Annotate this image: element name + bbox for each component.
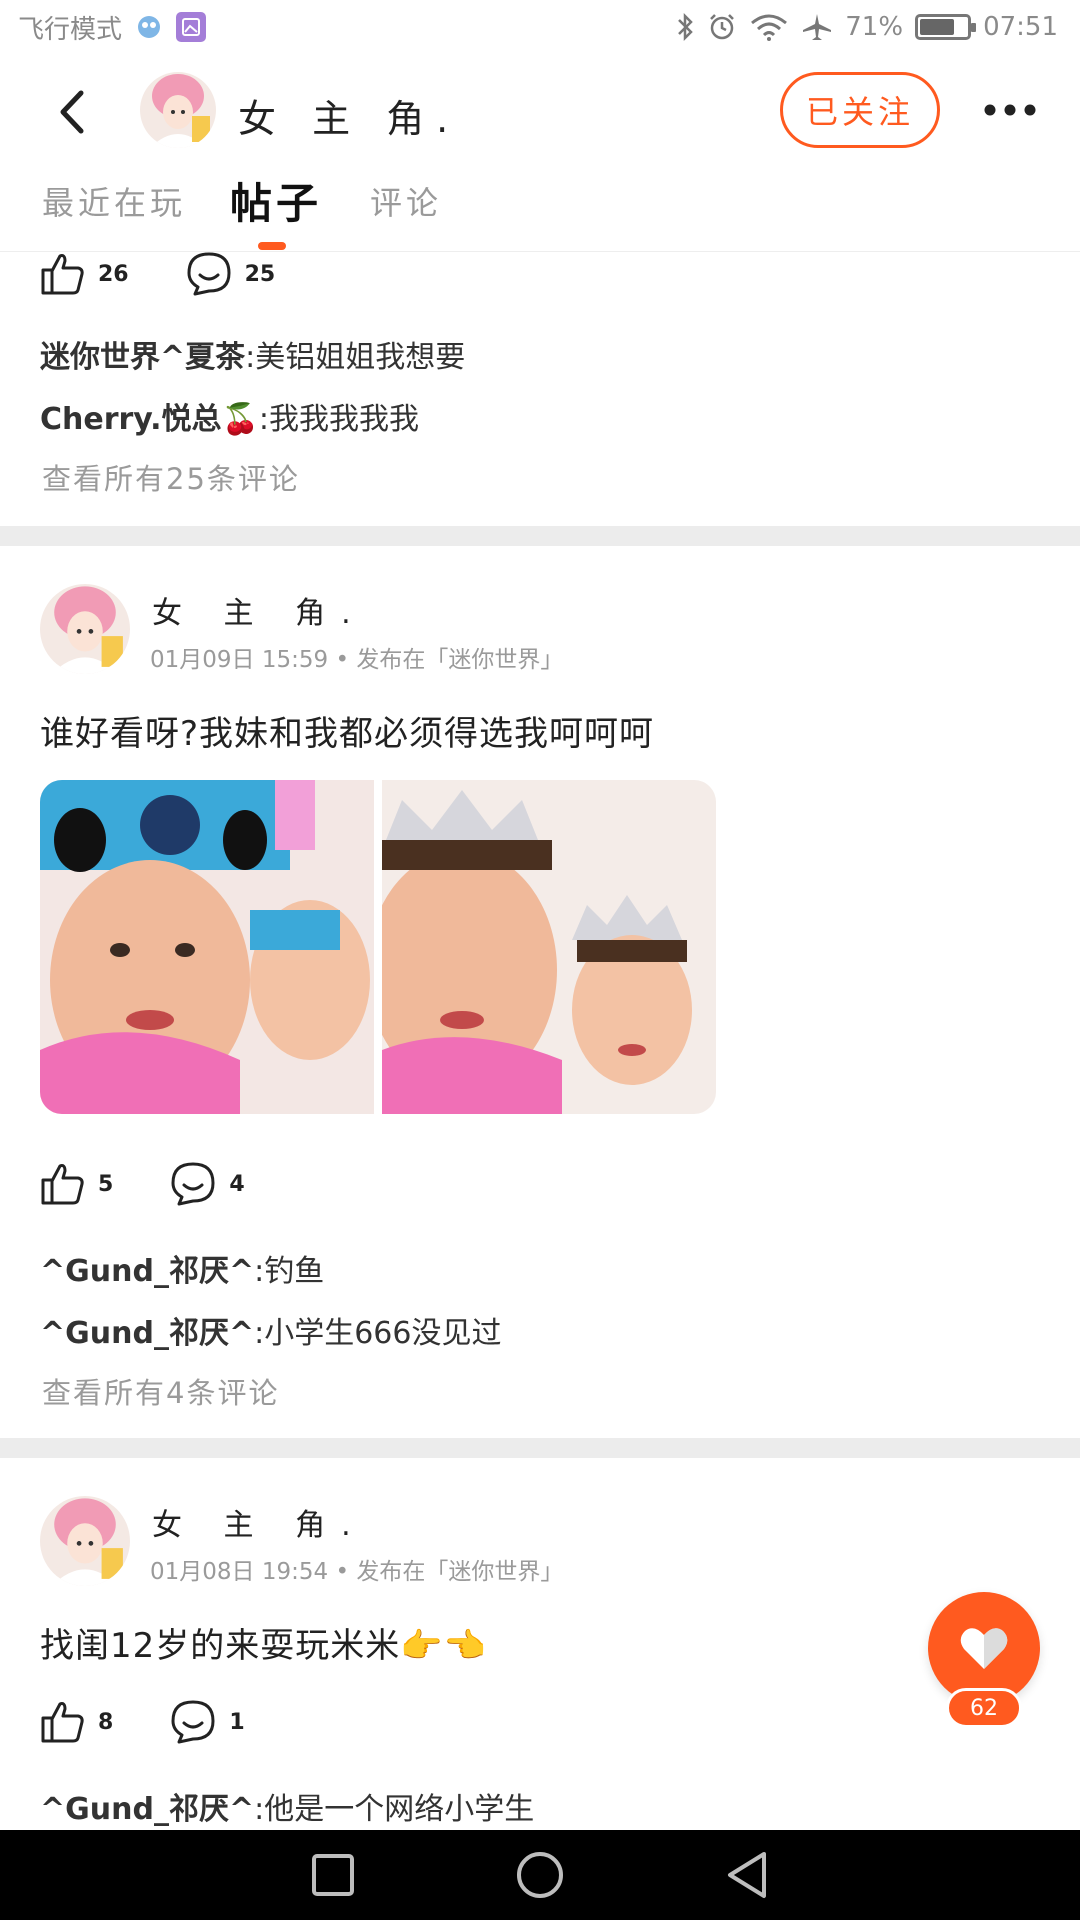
comment-author[interactable]: Cherry.悦总🍒 xyxy=(40,402,259,437)
comment-bubble-icon xyxy=(171,1162,215,1206)
comment-author[interactable]: ^Gund_祁厌^ xyxy=(40,1254,254,1289)
like-count: 26 xyxy=(98,261,129,287)
post-text: 谁好看呀?我妹和我都必须得选我呵呵呵 xyxy=(40,714,655,754)
thumbs-up-icon xyxy=(41,1164,84,1205)
bluetooth-icon xyxy=(675,12,695,42)
tab-comments[interactable]: 评论 xyxy=(370,178,442,224)
profile-header: 女 主 角. 已关注 xyxy=(0,54,1080,166)
comment-author[interactable]: ^Gund_祁厌^ xyxy=(40,1316,254,1351)
avatar[interactable] xyxy=(40,1496,130,1586)
circle-icon xyxy=(516,1852,563,1898)
comment-text: :美铝姐姐我想要 xyxy=(245,340,466,375)
status-bar: 飞行模式 71% 07:51 xyxy=(0,0,1080,54)
tab-recently-played[interactable]: 最近在玩 xyxy=(42,178,186,224)
back-button[interactable] xyxy=(44,84,100,140)
wifi-icon xyxy=(749,13,789,41)
post-meta: 01月08日 19:54 • 发布在「迷你世界」 xyxy=(150,1552,563,1586)
comment-count: 25 xyxy=(244,261,276,287)
comment-author[interactable]: 迷你世界^夏茶 xyxy=(40,340,245,375)
posts-feed[interactable]: 26 25 迷你世界^夏茶:美铝姐姐我想要 Cherry.悦总🍒:我我我我我 查… xyxy=(0,252,1080,1830)
comment-author[interactable]: ^Gund_祁厌^ xyxy=(40,1792,254,1827)
post-actions: 8 1 xyxy=(40,1694,245,1750)
like-button[interactable]: 8 xyxy=(40,1700,113,1744)
status-right: 71% 07:51 xyxy=(675,12,1058,42)
battery-fill xyxy=(920,19,955,35)
notification-app-icon xyxy=(134,12,164,42)
more-dots-icon xyxy=(984,104,1036,116)
comment-bubble-icon xyxy=(187,252,231,296)
airplane-icon xyxy=(801,12,833,42)
follow-button[interactable]: 已关注 xyxy=(780,72,940,148)
comment-preview[interactable]: Cherry.悦总🍒:我我我我我 xyxy=(40,394,419,438)
comment-text: :钓鱼 xyxy=(254,1254,325,1289)
triangle-back-icon xyxy=(727,1852,766,1898)
post-author[interactable]: 女 主 角. xyxy=(152,1500,367,1544)
floating-like-count: 62 xyxy=(946,1688,1022,1728)
post-actions: 5 4 xyxy=(40,1156,245,1212)
post-date: 01月08日 19:54 xyxy=(150,1559,329,1585)
post-image[interactable] xyxy=(382,780,716,1114)
square-icon xyxy=(312,1854,355,1896)
comment-button[interactable]: 4 xyxy=(169,1161,245,1207)
comment-count: 4 xyxy=(229,1171,245,1197)
post-image[interactable] xyxy=(40,780,374,1114)
post-divider xyxy=(0,526,1080,546)
comment-preview[interactable]: ^Gund_祁厌^:小学生666没见过 xyxy=(40,1308,501,1352)
alarm-icon xyxy=(707,12,737,42)
post-meta: 01月09日 15:59 • 发布在「迷你世界」 xyxy=(150,640,563,674)
heart-icon xyxy=(960,1628,1008,1669)
avatar[interactable] xyxy=(140,72,216,148)
comment-button[interactable]: 1 xyxy=(169,1699,245,1745)
back-nav-button[interactable] xyxy=(717,1845,777,1905)
home-button[interactable] xyxy=(510,1845,570,1905)
post-actions: 26 25 xyxy=(40,252,275,302)
meta-separator: • xyxy=(335,1559,357,1585)
post-author[interactable]: 女 主 角. xyxy=(152,588,367,632)
carrier-label: 飞行模式 xyxy=(18,14,123,45)
profile-tabs: 最近在玩 帖子 评论 xyxy=(0,166,1080,252)
comment-bubble-icon xyxy=(171,1700,215,1744)
system-nav-bar xyxy=(0,1830,1080,1920)
avatar[interactable] xyxy=(40,584,130,674)
status-left: 飞行模式 xyxy=(18,9,207,46)
post-divider xyxy=(0,1438,1080,1458)
battery-percent: 71% xyxy=(845,12,904,42)
profile-username: 女 主 角. xyxy=(238,97,461,141)
like-count: 5 xyxy=(98,1171,114,1197)
tab-posts[interactable]: 帖子 xyxy=(230,170,322,231)
comment-preview[interactable]: ^Gund_祁厌^:他是一个网络小学生 xyxy=(40,1784,534,1828)
more-options-button[interactable] xyxy=(978,80,1042,140)
comment-text: :我我我我我 xyxy=(258,402,419,437)
clock: 07:51 xyxy=(983,12,1058,42)
gallery-app-icon xyxy=(176,12,207,42)
meta-separator: • xyxy=(335,647,357,673)
post-published-in[interactable]: 发布在「迷你世界」 xyxy=(356,1559,563,1585)
like-button[interactable]: 26 xyxy=(40,252,129,296)
comment-text: :小学生666没见过 xyxy=(254,1316,502,1351)
active-tab-indicator xyxy=(258,242,286,250)
thumbs-up-icon xyxy=(41,254,84,295)
view-all-comments-link[interactable]: 查看所有25条评论 xyxy=(42,456,300,498)
post-date: 01月09日 15:59 xyxy=(150,647,329,673)
thumbs-up-icon xyxy=(41,1702,84,1743)
view-all-comments-link[interactable]: 查看所有4条评论 xyxy=(42,1370,279,1412)
battery-icon xyxy=(915,14,977,40)
chevron-left-icon xyxy=(60,90,84,134)
comment-text: :他是一个网络小学生 xyxy=(254,1792,535,1827)
comment-preview[interactable]: 迷你世界^夏茶:美铝姐姐我想要 xyxy=(40,332,465,376)
post-text: 找闺12岁的来耍玩米米👉👈 xyxy=(40,1626,487,1666)
comment-button[interactable]: 25 xyxy=(185,252,276,297)
comment-preview[interactable]: ^Gund_祁厌^:钓鱼 xyxy=(40,1246,324,1290)
post-published-in[interactable]: 发布在「迷你世界」 xyxy=(356,647,563,673)
comment-count: 1 xyxy=(229,1709,245,1735)
recents-button[interactable] xyxy=(303,1845,363,1905)
like-count: 8 xyxy=(98,1709,114,1735)
like-button[interactable]: 5 xyxy=(40,1162,113,1206)
